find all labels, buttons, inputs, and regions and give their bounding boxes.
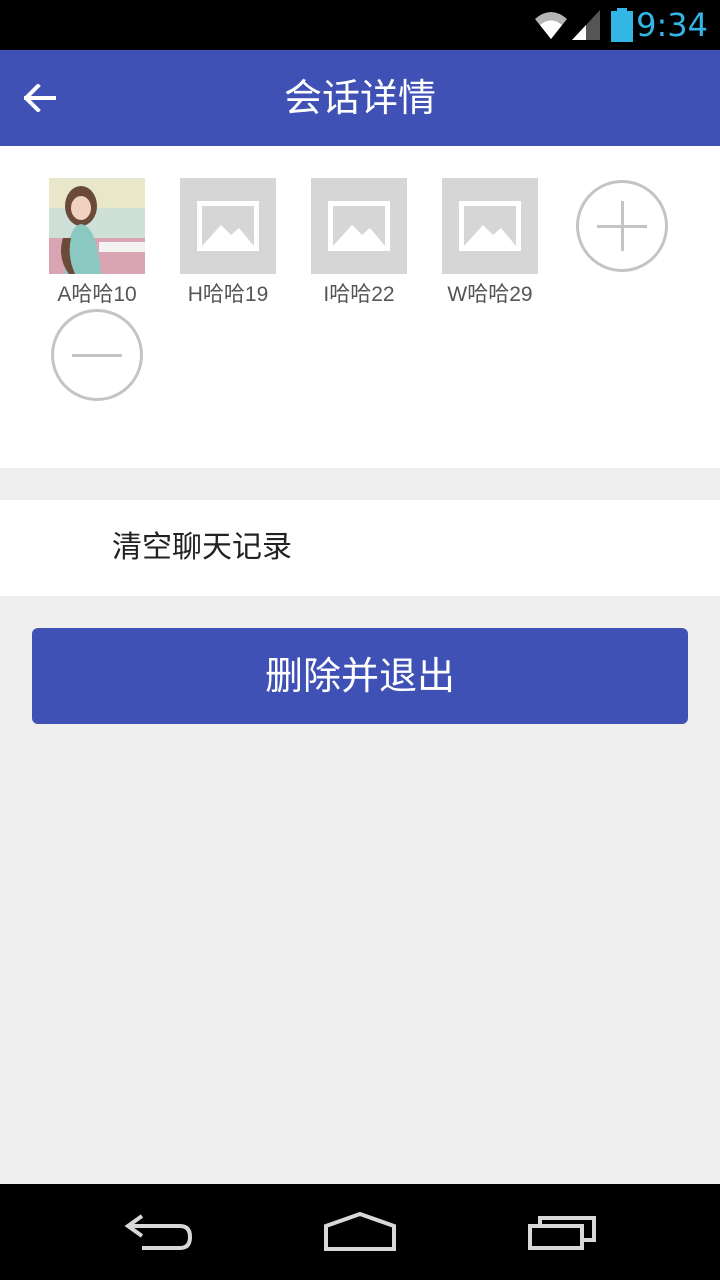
member-item[interactable]: W哈哈29 bbox=[435, 178, 545, 308]
avatar bbox=[311, 178, 407, 274]
members-panel: A哈哈10 H哈哈19 I哈哈22 W哈哈29 bbox=[0, 146, 720, 468]
image-placeholder-icon bbox=[197, 201, 259, 251]
clear-history-label: 清空聊天记录 bbox=[112, 530, 292, 565]
member-name: A哈哈10 bbox=[57, 283, 137, 306]
page-title: 会话详情 bbox=[283, 76, 436, 120]
navigation-bar bbox=[0, 1184, 720, 1280]
clear-history-row[interactable]: 清空聊天记录 bbox=[0, 500, 720, 596]
member-name: H哈哈19 bbox=[187, 283, 269, 306]
member-name: I哈哈22 bbox=[323, 283, 395, 306]
app-bar: 会话详情 bbox=[0, 50, 720, 146]
back-icon[interactable] bbox=[124, 1212, 196, 1252]
member-item[interactable]: H哈哈19 bbox=[173, 178, 283, 308]
avatar bbox=[180, 178, 276, 274]
avatar bbox=[442, 178, 538, 274]
remove-member-button[interactable] bbox=[51, 309, 143, 401]
add-member-button[interactable] bbox=[576, 180, 668, 272]
member-item[interactable]: A哈哈10 bbox=[42, 178, 152, 308]
delete-and-exit-button[interactable]: 删除并退出 bbox=[32, 628, 688, 724]
recents-icon[interactable] bbox=[526, 1212, 598, 1252]
avatar bbox=[49, 178, 145, 274]
status-time: 9:34 bbox=[636, 6, 708, 44]
signal-icon bbox=[572, 10, 600, 40]
wifi-icon bbox=[535, 12, 567, 39]
avatar-photo bbox=[49, 178, 145, 274]
image-placeholder-icon bbox=[328, 201, 390, 251]
home-icon[interactable] bbox=[322, 1212, 398, 1252]
member-item[interactable]: I哈哈22 bbox=[304, 178, 414, 308]
status-bar: 9:34 bbox=[0, 0, 720, 50]
member-name: W哈哈29 bbox=[447, 283, 533, 306]
image-placeholder-icon bbox=[459, 201, 521, 251]
battery-icon bbox=[611, 8, 633, 42]
